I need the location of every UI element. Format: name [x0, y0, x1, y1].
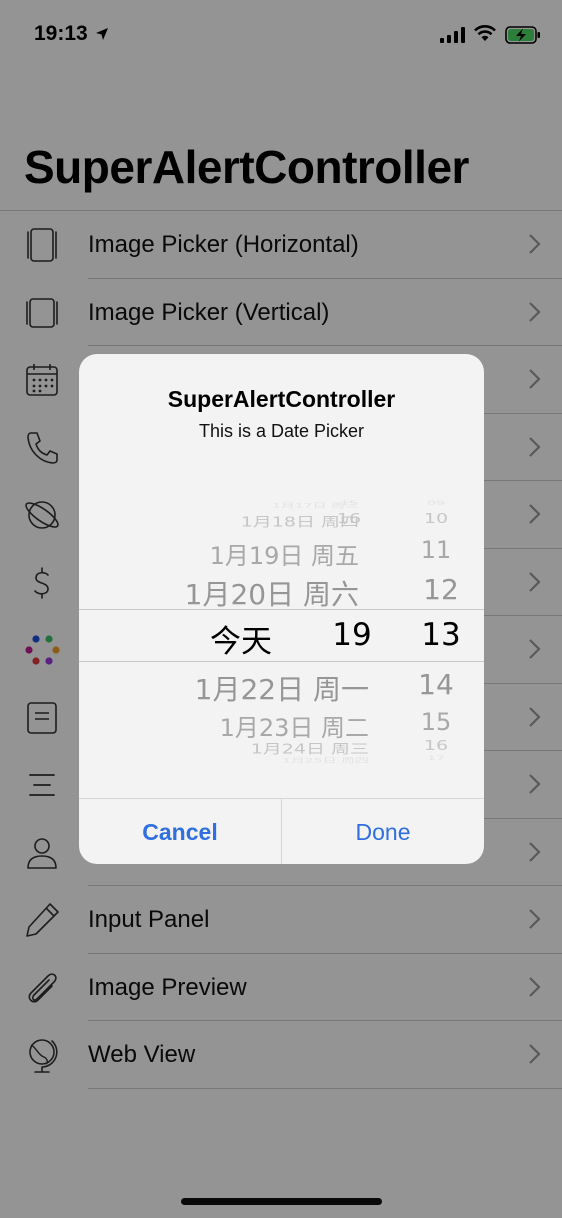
picker-hour-cell[interactable]: 16 [319, 511, 379, 526]
date-picker-alert: SuperAlertController This is a Date Pick… [79, 354, 484, 864]
date-picker[interactable]: 1月17日 周三 1月18日 周四 1月19日 周五 1月20日 周六 15 1… [79, 494, 484, 774]
picker-minute-cell[interactable]: 12 [411, 573, 471, 606]
picker-date-cell[interactable]: 1月25日 周四 [119, 756, 369, 765]
cancel-button[interactable]: Cancel [79, 799, 281, 864]
picker-hour-cell[interactable]: 15 [319, 499, 379, 506]
alert-button-bar: Cancel Done [79, 798, 484, 864]
picker-minute-cell[interactable]: 15 [406, 708, 466, 736]
picker-date-cell[interactable]: 1月22日 周一 [119, 668, 369, 708]
picker-minute-selected[interactable]: 13 [411, 617, 471, 653]
picker-minute-cell[interactable]: 10 [406, 511, 466, 526]
picker-minute-cell[interactable]: 14 [406, 668, 466, 701]
picker-date-cell[interactable]: 1月23日 周二 [119, 708, 369, 743]
picker-minute-cell[interactable]: 16 [406, 738, 466, 753]
picker-minute-cell[interactable]: 09 [406, 499, 466, 506]
picker-date-selected[interactable]: 今天 [201, 616, 281, 661]
picker-hour-selected[interactable]: 19 [322, 617, 382, 653]
alert-message: This is a Date Picker [198, 421, 365, 441]
picker-date-cell[interactable]: 1月20日 周六 [119, 573, 359, 613]
alert-title: SuperAlertController [167, 386, 396, 412]
picker-minute-cell[interactable]: 11 [406, 536, 466, 564]
picker-minute-cell[interactable]: 17 [406, 754, 466, 761]
picker-date-cell[interactable]: 1月19日 周五 [119, 536, 359, 571]
done-button[interactable]: Done [282, 799, 484, 864]
picker-selection-line-bottom [79, 661, 484, 662]
